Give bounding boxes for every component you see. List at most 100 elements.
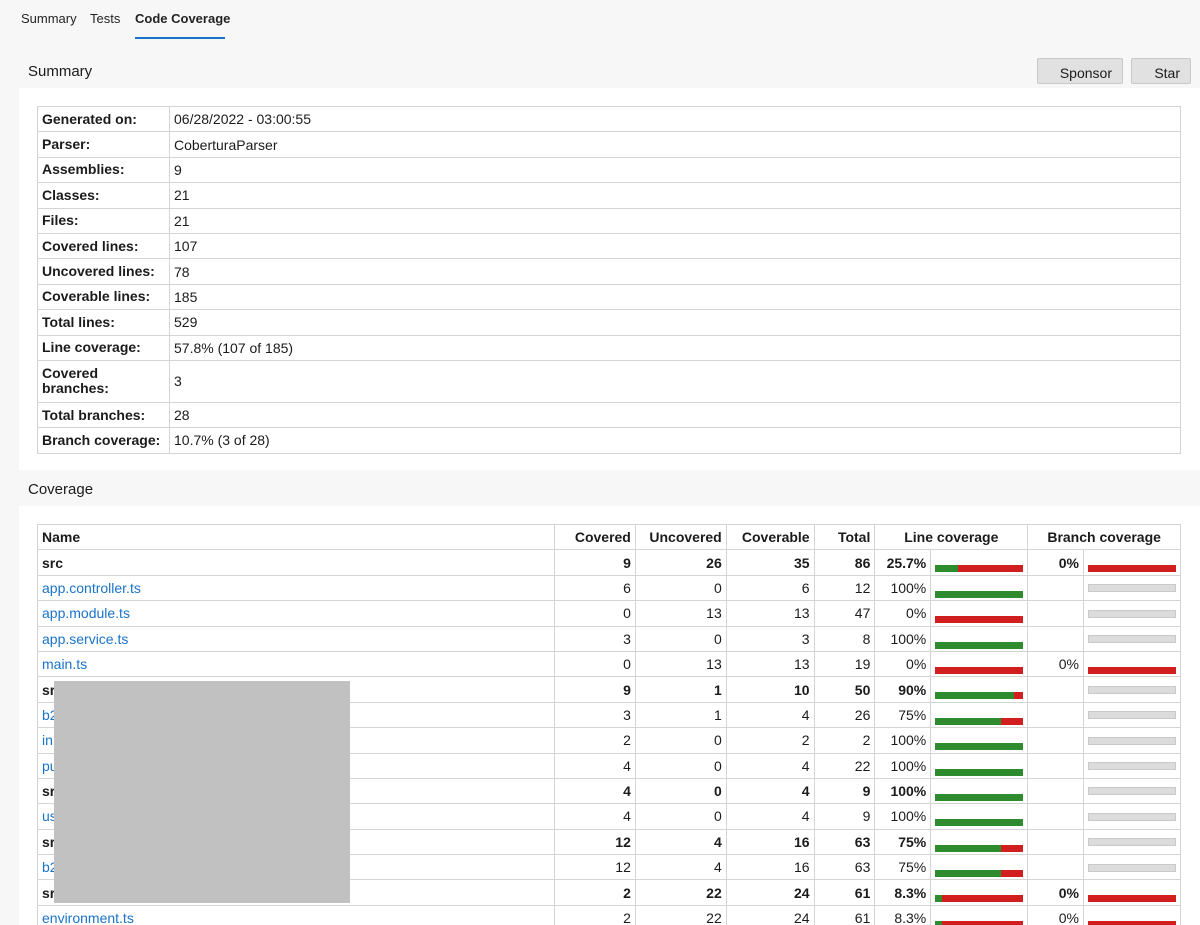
line-coverage-bar xyxy=(935,737,1024,751)
branch-coverage-bar-cell xyxy=(1083,727,1181,754)
summary-section-title: Summary xyxy=(28,63,93,80)
line-coverage-percent: 100% xyxy=(874,803,932,830)
line-coverage-bar-cell xyxy=(930,549,1029,576)
total-cell: 63 xyxy=(813,854,876,881)
summary-key: Total branches: xyxy=(37,401,170,429)
bar-uncovered-segment xyxy=(1001,717,1024,725)
summary-value: 78 xyxy=(169,258,1181,285)
line-coverage-bar xyxy=(935,610,1024,624)
line-coverage-bar-cell xyxy=(930,879,1029,906)
col-coverable-header[interactable]: Coverable xyxy=(725,523,815,551)
file-link[interactable]: app.controller.ts xyxy=(42,580,141,596)
branch-coverage-percent: 0% xyxy=(1027,549,1084,576)
branch-coverage-bar-cell xyxy=(1083,701,1181,729)
branch-coverage-percent: 0% xyxy=(1027,879,1084,906)
star-button[interactable]: Star xyxy=(1131,58,1191,84)
row-name-cell: app.controller.ts xyxy=(36,574,556,602)
covered-cell: 0 xyxy=(554,600,636,627)
coverage-section-title: Coverage xyxy=(28,481,94,498)
bar-uncovered-segment xyxy=(1088,895,1176,903)
summary-key: Generated on: xyxy=(37,105,170,133)
branch-coverage-percent xyxy=(1027,854,1084,881)
file-link[interactable]: in xyxy=(42,732,53,748)
summary-row: Files: 21 xyxy=(37,207,1181,234)
sponsor-button[interactable]: Sponsor xyxy=(1037,58,1123,84)
branch-coverage-bar xyxy=(1088,584,1176,593)
coverage-file-row: app.controller.ts 6 0 6 12 100% xyxy=(36,574,1181,602)
line-coverage-bar-cell xyxy=(930,777,1029,805)
covered-cell: 12 xyxy=(554,828,636,856)
bar-uncovered-segment xyxy=(1088,920,1176,925)
file-link[interactable]: environment.ts xyxy=(42,910,134,925)
coverage-header-row: Name Covered Uncovered Coverable Total L… xyxy=(36,523,1181,551)
tab-code-coverage[interactable]: Code Coverage xyxy=(135,11,230,26)
bar-covered-segment xyxy=(935,565,959,573)
branch-coverage-percent xyxy=(1027,574,1084,602)
bar-covered-segment xyxy=(935,641,1024,649)
uncovered-cell: 13 xyxy=(634,650,727,678)
line-coverage-bar xyxy=(935,712,1024,725)
uncovered-cell: 0 xyxy=(634,625,727,652)
coverable-cell: 13 xyxy=(725,650,815,678)
summary-row: Classes: 21 xyxy=(37,182,1181,209)
line-coverage-bar xyxy=(935,813,1024,827)
branch-coverage-bar-cell xyxy=(1083,752,1181,779)
col-uncovered-header[interactable]: Uncovered xyxy=(634,523,727,551)
line-coverage-bar-cell xyxy=(930,752,1029,779)
coverable-cell: 4 xyxy=(725,777,815,805)
tab-tests[interactable]: Tests xyxy=(90,11,120,26)
line-coverage-bar xyxy=(935,763,1024,776)
uncovered-cell: 4 xyxy=(634,828,727,856)
covered-cell: 4 xyxy=(554,752,636,779)
branch-coverage-percent xyxy=(1027,701,1084,729)
line-coverage-bar xyxy=(935,559,1024,573)
summary-row: Covered branches: 3 xyxy=(37,359,1181,403)
bar-uncovered-segment xyxy=(935,616,1024,624)
branch-coverage-bar-cell xyxy=(1083,904,1181,925)
file-link[interactable]: app.service.ts xyxy=(42,631,128,647)
file-link[interactable]: main.ts xyxy=(42,656,87,672)
summary-key: Total lines: xyxy=(37,309,170,336)
total-cell: 9 xyxy=(813,803,876,830)
line-coverage-bar-cell xyxy=(930,854,1029,881)
summary-row: Line coverage: 57.8% (107 of 185) xyxy=(37,334,1181,361)
covered-cell: 2 xyxy=(554,879,636,906)
uncovered-cell: 0 xyxy=(634,777,727,805)
line-coverage-bar-cell xyxy=(930,574,1029,602)
col-branch-coverage-header[interactable]: Branch coverage xyxy=(1027,523,1181,551)
summary-key: Uncovered lines: xyxy=(37,258,170,285)
row-name-cell: src xyxy=(36,549,556,576)
branch-coverage-bar xyxy=(1088,736,1176,745)
row-name-cell: main.ts xyxy=(36,650,556,678)
col-line-coverage-header[interactable]: Line coverage xyxy=(874,523,1029,551)
line-coverage-percent: 100% xyxy=(874,727,932,754)
summary-key: Branch coverage: xyxy=(37,427,170,454)
branch-coverage-bar xyxy=(1088,889,1176,903)
active-tab-indicator xyxy=(135,37,225,39)
col-name-header[interactable]: Name xyxy=(36,523,556,551)
line-coverage-bar xyxy=(935,585,1024,598)
branch-coverage-percent xyxy=(1027,727,1084,754)
coverable-cell: 24 xyxy=(725,879,815,906)
branch-coverage-bar-cell xyxy=(1083,625,1181,652)
row-name-cell: environment.ts xyxy=(36,904,556,925)
coverable-cell: 3 xyxy=(725,625,815,652)
branch-coverage-bar-cell xyxy=(1083,574,1181,602)
summary-row: Assemblies: 9 xyxy=(37,156,1181,184)
bar-covered-segment xyxy=(935,920,943,925)
tab-summary[interactable]: Summary xyxy=(21,11,77,26)
bar-uncovered-segment xyxy=(958,565,1024,573)
col-total-header[interactable]: Total xyxy=(813,523,876,551)
line-coverage-percent: 0% xyxy=(874,600,932,627)
covered-cell: 6 xyxy=(554,574,636,602)
summary-value: CoberturaParser xyxy=(169,131,1181,158)
summary-key: Covered branches: xyxy=(37,359,170,403)
file-link[interactable]: app.module.ts xyxy=(42,605,130,621)
branch-coverage-bar xyxy=(1088,661,1176,674)
line-coverage-bar xyxy=(935,889,1024,903)
col-covered-header[interactable]: Covered xyxy=(554,523,636,551)
line-coverage-percent: 100% xyxy=(874,625,932,652)
line-coverage-percent: 0% xyxy=(874,650,932,678)
uncovered-cell: 26 xyxy=(634,549,727,576)
line-coverage-bar-cell xyxy=(930,625,1029,652)
